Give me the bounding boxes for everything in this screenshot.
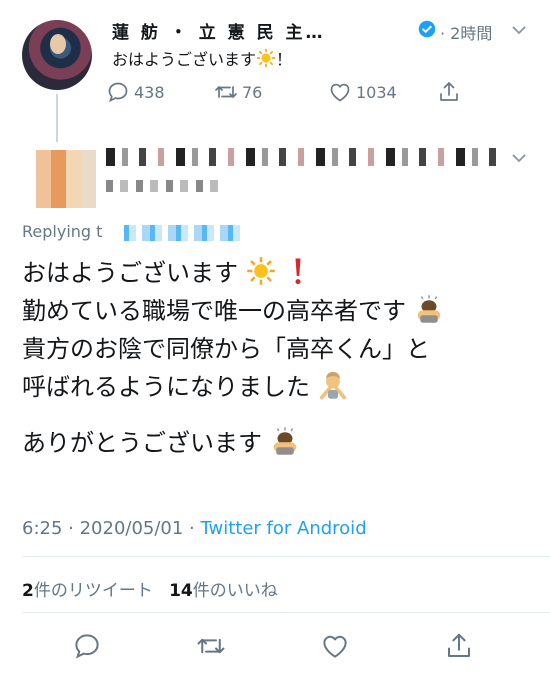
sun-emoji xyxy=(246,257,275,285)
retweet-count: 76 xyxy=(242,82,263,102)
censored-name xyxy=(106,148,496,166)
retweet-button[interactable]: 76 xyxy=(214,80,262,104)
tweet-text: おはようございます 勤めている職場で唯一の高卒者です 貴方のお陰で同僚から「高卒… xyxy=(22,254,537,462)
reply-icon[interactable] xyxy=(72,631,102,661)
chevron-down-icon[interactable] xyxy=(511,22,527,38)
bowing-emoji xyxy=(273,427,296,455)
retweet-stat[interactable]: 2件のリツイート xyxy=(22,581,153,601)
verified-icon xyxy=(418,20,436,38)
display-name[interactable]: 蓮 舫 ・ 立 憲 民 主… xyxy=(112,18,326,43)
like-button[interactable]: 1034 xyxy=(328,80,397,104)
tweet-timestamp[interactable]: 6:25 · 2020/05/01 · xyxy=(22,518,201,539)
exclamation-emoji xyxy=(295,258,301,285)
censored-reply-target[interactable] xyxy=(124,225,246,241)
like-icon xyxy=(330,83,350,102)
share-icon xyxy=(440,82,458,101)
retweet-icon[interactable] xyxy=(196,631,226,661)
source-link[interactable]: Twitter for Android xyxy=(201,518,367,539)
like-icon[interactable] xyxy=(320,631,350,661)
tweet-meta: 6:25 · 2020/05/01 · Twitter for Android xyxy=(22,518,367,539)
engagement-counts: 2件のリツイート 14件のいいね xyxy=(22,576,278,601)
divider xyxy=(22,556,550,557)
replying-to-label: Replying t xyxy=(22,222,103,241)
thread-line xyxy=(56,94,58,142)
reply-icon xyxy=(108,82,128,103)
like-count: 1034 xyxy=(356,82,397,102)
avatar[interactable] xyxy=(36,150,96,208)
sun-emoji xyxy=(256,48,276,68)
bowing-emoji xyxy=(417,295,440,323)
share-button[interactable] xyxy=(437,80,461,104)
tweet-text: おはようございます ！ xyxy=(112,48,293,69)
like-stat[interactable]: 14件のいいね xyxy=(169,581,278,601)
divider xyxy=(22,612,550,613)
reply-count: 438 xyxy=(134,82,165,102)
censored-handle xyxy=(106,180,226,192)
retweet-icon xyxy=(215,86,237,98)
no-gesture-emoji xyxy=(319,371,346,400)
reply-button[interactable]: 438 xyxy=(106,80,165,104)
avatar[interactable] xyxy=(22,20,92,90)
chevron-down-icon[interactable] xyxy=(511,150,527,166)
share-icon[interactable] xyxy=(444,631,474,661)
tweet-time[interactable]: · 2時間 xyxy=(440,20,492,44)
